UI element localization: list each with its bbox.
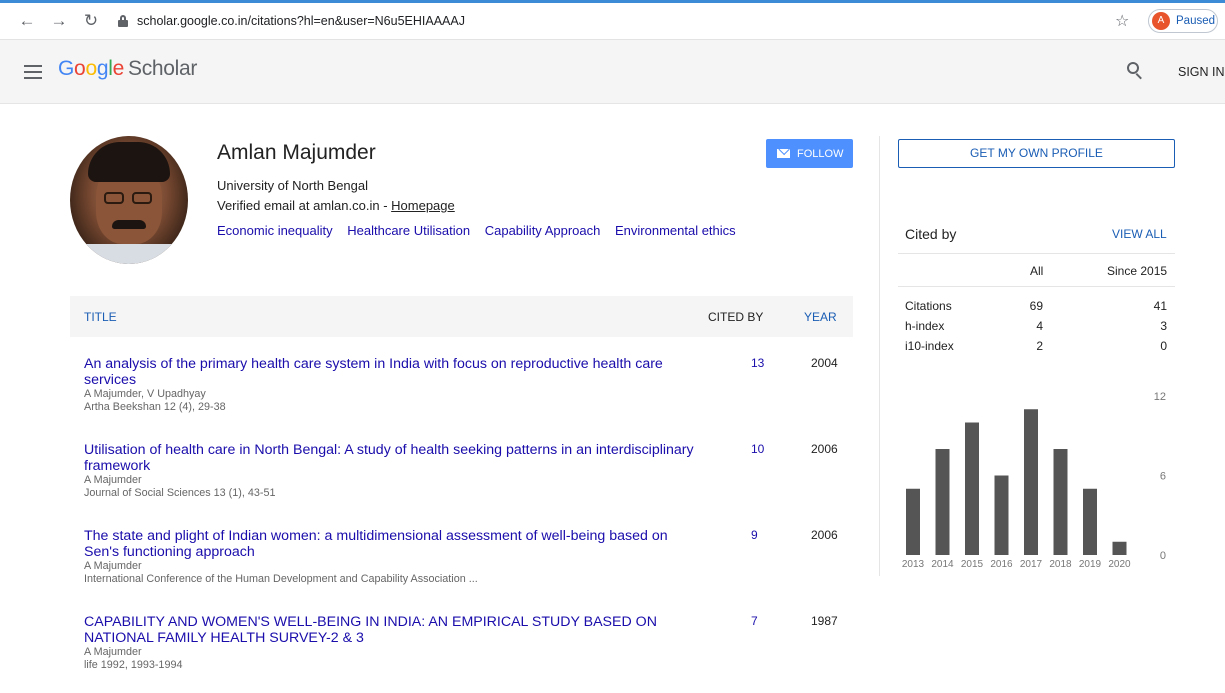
homepage-link[interactable]: Homepage — [391, 198, 455, 213]
chart-y-tick: 12 — [1154, 391, 1166, 403]
search-icon[interactable] — [1127, 62, 1145, 80]
chart-y-tick: 6 — [1160, 471, 1166, 483]
citations-bar-chart: 2013 2014 2015 2016 2017 2018 2019 2020 0 6 12 — [902, 391, 1166, 570]
stats-col-since: Since 2015 — [1107, 264, 1168, 278]
publication-title[interactable]: Utilisation of health care in North Beng… — [84, 442, 704, 474]
chart-x-label: 2014 — [931, 559, 954, 570]
chart-bar-2013[interactable] — [906, 488, 920, 555]
publication-title[interactable]: The state and plight of Indian women: a … — [84, 528, 704, 560]
sort-by-cited[interactable]: CITED BY — [708, 310, 763, 324]
table-row: Utilisation of health care in North Beng… — [84, 442, 853, 500]
profile-email: Verified email at amlan.co.in - Homepage — [217, 198, 455, 213]
interest-link[interactable]: Environmental ethics — [615, 223, 736, 238]
sign-in-link[interactable]: SIGN IN — [1178, 65, 1225, 79]
publication-venue: life 1992, 1993-1994 — [84, 659, 183, 671]
research-interests: Economic inequality Healthcare Utilisati… — [217, 223, 747, 238]
back-arrow-icon[interactable]: ← — [18, 12, 36, 30]
table-row: The state and plight of Indian women: a … — [84, 528, 853, 586]
chart-x-label: 2020 — [1108, 559, 1131, 570]
publication-authors: A Majumder, V Upadhyay — [84, 388, 206, 400]
chart-y-tick: 0 — [1160, 550, 1166, 562]
follow-button[interactable]: FOLLOW — [766, 139, 853, 168]
chart-bar-2014[interactable] — [935, 449, 950, 555]
publication-year: 1987 — [811, 614, 838, 628]
chart-bar-2020[interactable] — [1112, 541, 1127, 555]
stat-row-h-index: h-index 4 3 — [905, 319, 1167, 333]
publication-title[interactable]: CAPABILITY AND WOMEN'S WELL-BEING IN IND… — [84, 614, 704, 646]
sort-by-year[interactable]: YEAR — [804, 310, 837, 324]
chart-x-label: 2017 — [1020, 559, 1043, 570]
scholar-header: Google Scholar SIGN IN — [0, 40, 1225, 104]
chart-bar-2017[interactable] — [1024, 409, 1038, 555]
publication-authors: A Majumder — [84, 474, 142, 486]
publication-authors: A Majumder — [84, 646, 142, 658]
publication-year: 2006 — [811, 528, 838, 542]
column-divider — [879, 136, 880, 576]
chart-x-label: 2015 — [961, 559, 984, 570]
browser-profile-button[interactable]: A Paused — [1148, 9, 1218, 33]
cited-by-heading: Cited by — [905, 226, 957, 242]
chart-x-label: 2013 — [902, 559, 925, 570]
cited-count[interactable]: 10 — [751, 442, 764, 456]
cited-count[interactable]: 9 — [751, 528, 758, 542]
bookmark-star-icon[interactable]: ☆ — [1115, 11, 1129, 31]
chart-bar-2019[interactable] — [1083, 488, 1097, 555]
reload-icon[interactable]: ↻ — [82, 12, 100, 30]
mail-icon — [777, 149, 790, 158]
profile-name: Amlan Majumder — [217, 141, 376, 164]
divider — [898, 286, 1175, 287]
interest-link[interactable]: Economic inequality — [217, 223, 333, 238]
table-row: CAPABILITY AND WOMEN'S WELL-BEING IN IND… — [84, 614, 853, 672]
publication-year: 2004 — [811, 356, 838, 370]
publications-table-header: TITLE CITED BY YEAR — [70, 296, 853, 337]
publication-venue: Journal of Social Sciences 13 (1), 43-51 — [84, 487, 276, 499]
chart-x-label: 2016 — [990, 559, 1013, 570]
divider — [898, 253, 1175, 254]
view-all-link[interactable]: VIEW ALL — [1112, 227, 1167, 241]
publication-authors: A Majumder — [84, 560, 142, 572]
profile-photo — [70, 136, 188, 264]
forward-arrow-icon[interactable]: → — [50, 12, 68, 30]
menu-icon[interactable] — [24, 65, 42, 79]
interest-link[interactable]: Healthcare Utilisation — [347, 223, 470, 238]
chart-bar-2015[interactable] — [965, 422, 979, 556]
cited-count[interactable]: 13 — [751, 356, 764, 370]
publication-title[interactable]: An analysis of the primary health care s… — [84, 356, 704, 388]
chart-bar-2016[interactable] — [994, 475, 1009, 556]
browser-toolbar: ← → ↻ scholar.google.co.in/citations?hl=… — [0, 0, 1225, 40]
publication-venue: Artha Beekshan 12 (4), 29-38 — [84, 401, 226, 413]
stat-row-i10-index: i10-index 2 0 — [905, 339, 1167, 353]
chart-x-label: 2018 — [1049, 559, 1072, 570]
stat-row-citations: Citations 69 41 — [905, 299, 1167, 313]
cited-count[interactable]: 7 — [751, 614, 758, 628]
publication-year: 2006 — [811, 442, 838, 456]
interest-link[interactable]: Capability Approach — [485, 223, 601, 238]
stats-col-all: All — [1030, 264, 1044, 278]
get-my-own-profile-button[interactable]: GET MY OWN PROFILE — [898, 139, 1175, 168]
lock-icon — [118, 15, 128, 27]
google-scholar-logo[interactable]: Google Scholar — [58, 57, 197, 81]
profile-status: Paused — [1176, 15, 1216, 27]
address-bar[interactable]: scholar.google.co.in/citations?hl=en&use… — [110, 9, 1110, 35]
profile-avatar: A — [1152, 12, 1170, 30]
sort-by-title[interactable]: TITLE — [84, 310, 117, 324]
profile-affiliation: University of North Bengal — [217, 178, 369, 193]
chart-x-label: 2019 — [1079, 559, 1102, 570]
url-text: scholar.google.co.in/citations?hl=en&use… — [137, 14, 465, 28]
chart-bar-2018[interactable] — [1053, 449, 1068, 555]
table-row: An analysis of the primary health care s… — [84, 356, 853, 414]
publication-venue: International Conference of the Human De… — [84, 573, 478, 585]
